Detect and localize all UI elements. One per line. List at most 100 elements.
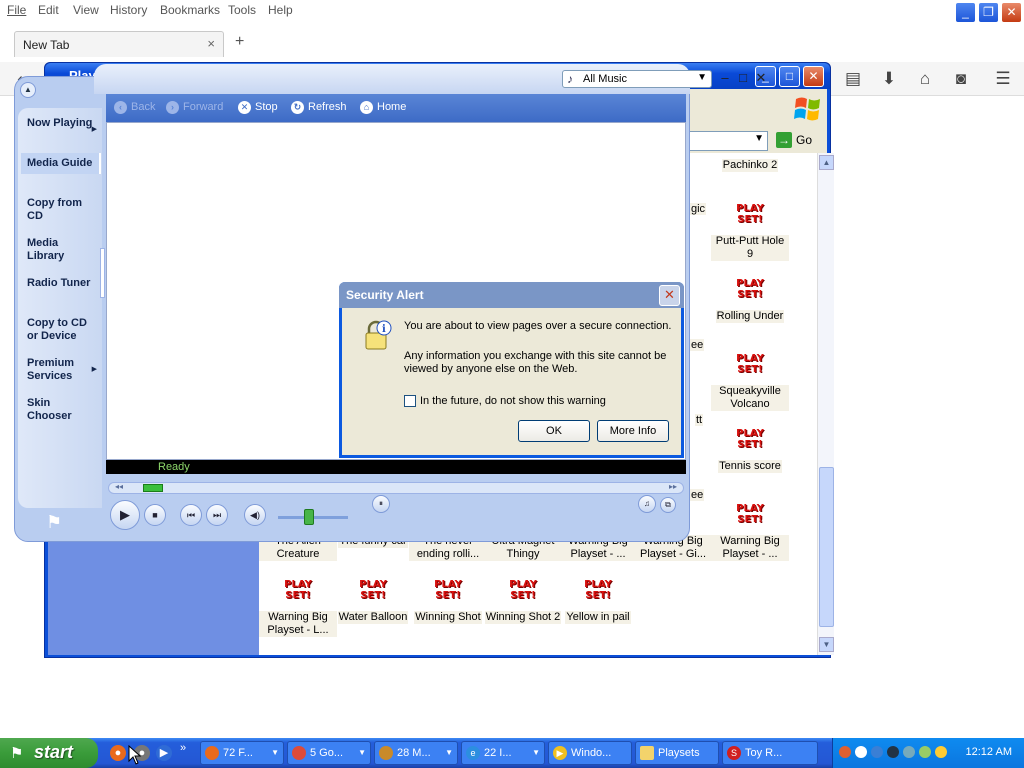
guide-forward-button[interactable]: › Forward	[166, 101, 223, 114]
task-windows-media[interactable]: ▶ Windo...	[548, 741, 632, 765]
dialog-titlebar[interactable]: Security Alert ✕	[339, 282, 684, 308]
search-icon[interactable]	[935, 746, 947, 758]
menu-bookmarks[interactable]: Bookmarks	[160, 3, 220, 17]
wmp-close-button[interactable]: ✕	[754, 70, 768, 86]
menu-help[interactable]: Help	[268, 3, 293, 17]
menu-tools[interactable]: Tools	[228, 3, 256, 17]
more-info-button[interactable]: More Info	[597, 420, 669, 442]
previous-button[interactable]: ⏮	[180, 504, 202, 526]
explorer-maximize-button[interactable]: □	[779, 66, 800, 87]
ff-minimize-button[interactable]: _	[955, 2, 976, 23]
address-input[interactable]: ▼	[688, 131, 768, 151]
tab-title: New Tab	[23, 38, 70, 52]
tray-icon[interactable]	[839, 746, 851, 758]
tray-icon[interactable]	[903, 746, 915, 758]
windows-flag-icon: ⚑	[46, 512, 63, 532]
stop-button[interactable]: ■	[144, 504, 166, 526]
music-note-icon: ♪	[567, 72, 573, 86]
nav-skin-chooser[interactable]: Skin Chooser	[21, 393, 101, 427]
go-button[interactable]: → Go	[776, 132, 812, 148]
download-icon[interactable]: ⬇	[879, 69, 899, 89]
library-select[interactable]: ♪ All Music ▼	[562, 70, 712, 88]
file-item[interactable]: PLAY SET! Warning Big Playset - ...	[711, 503, 789, 561]
seek-bar[interactable]: ◂◂ ▸▸	[108, 482, 684, 494]
playset-file-icon: PLAY SET!	[509, 579, 537, 601]
nav-media-guide[interactable]: Media Guide	[21, 153, 101, 174]
scroll-thumb[interactable]	[819, 467, 834, 627]
do-not-show-checkbox[interactable]: In the future, do not show this warning	[404, 395, 606, 408]
reading-list-icon[interactable]: ▤	[843, 69, 863, 89]
scroll-down-icon[interactable]: ▼	[819, 637, 834, 652]
home-icon[interactable]: ⌂	[915, 69, 935, 89]
wmp-minimize-button[interactable]: –	[718, 70, 732, 85]
volume-slider[interactable]	[278, 509, 348, 525]
tab-new-tab[interactable]: New Tab ×	[14, 31, 224, 57]
tray-icon[interactable]	[855, 746, 867, 758]
firefox-quicklaunch-icon[interactable]: ●	[110, 745, 126, 761]
nav-radio-tuner[interactable]: Radio Tuner	[21, 273, 101, 294]
file-item[interactable]: PLAY SET! Tennis score	[711, 428, 789, 473]
guide-home-button[interactable]: ⌂ Home	[360, 101, 406, 114]
tray-icon[interactable]	[871, 746, 883, 758]
nav-premium-services[interactable]: Premium Services ▶	[21, 353, 101, 387]
file-item[interactable]: PLAY SET! Squeakyville Volcano	[711, 353, 789, 411]
menu-history[interactable]: History	[110, 3, 147, 17]
file-item[interactable]: PLAY SET! Yellow in pail	[559, 579, 637, 624]
task-internet-explorer[interactable]: e 22 I... ▼	[461, 741, 545, 765]
task-group-m[interactable]: 28 M... ▼	[374, 741, 458, 765]
media-player-quicklaunch-icon[interactable]: ▶	[156, 745, 172, 761]
shuffle-button[interactable]: ⏸	[372, 495, 390, 513]
file-item[interactable]: PLAY SET! Rolling Under	[711, 278, 789, 323]
play-button[interactable]: ▶	[110, 500, 140, 530]
ff-close-button[interactable]: ✕	[1001, 2, 1022, 23]
nav-copy-from-cd[interactable]: Copy from CD	[21, 193, 101, 227]
guide-stop-button[interactable]: ✕ Stop	[238, 101, 278, 114]
tray-icon[interactable]	[887, 746, 899, 758]
task-playsets[interactable]: Playsets	[635, 741, 719, 765]
arrow-right-icon: ▶	[91, 126, 97, 133]
tray-icon[interactable]	[919, 746, 931, 758]
explorer-close-button[interactable]: ✕	[803, 66, 824, 87]
mute-button[interactable]: ◀)	[244, 504, 266, 526]
task-firefox[interactable]: 72 F... ▼	[200, 741, 284, 765]
checkbox-box[interactable]	[404, 395, 416, 408]
wmp-maximize-button[interactable]: □	[736, 70, 750, 85]
file-item[interactable]: PLAY SET! Winning Shot 2	[484, 579, 562, 624]
task-chrome[interactable]: 5 Go... ▼	[287, 741, 371, 765]
file-item[interactable]: PLAY SET! Water Balloon	[334, 579, 412, 624]
file-item[interactable]: Pachinko 2	[711, 159, 789, 172]
next-button[interactable]: ⏭	[206, 504, 228, 526]
playset-file-icon: PLAY SET!	[736, 278, 764, 300]
volume-thumb[interactable]	[304, 509, 314, 525]
task-toy-r[interactable]: S Toy R...	[722, 741, 818, 765]
equalizer-button[interactable]: ♫	[638, 495, 656, 513]
ok-button[interactable]: OK	[518, 420, 590, 442]
menu-edit[interactable]: Edit	[38, 3, 59, 17]
nav-media-library[interactable]: Media Library	[21, 233, 101, 267]
guide-back-button[interactable]: ‹ Back	[114, 101, 155, 114]
menu-file[interactable]: File	[7, 3, 26, 17]
compact-mode-button[interactable]: ⧉	[660, 497, 676, 513]
quicklaunch-more-icon[interactable]: »	[180, 742, 186, 754]
explorer-scrollbar[interactable]: ▲ ▼	[817, 153, 834, 655]
seek-thumb[interactable]	[143, 484, 163, 492]
chevron-down-icon[interactable]: ▼	[754, 133, 764, 144]
file-item[interactable]: PLAY SET! Warning Big Playset - L...	[259, 579, 337, 637]
nav-copy-to-cd[interactable]: Copy to CD or Device	[21, 313, 101, 347]
scroll-up-icon[interactable]: ▲	[819, 155, 834, 170]
tab-close-icon[interactable]: ×	[207, 36, 215, 51]
menu-hamburger-icon[interactable]: ☰	[993, 69, 1013, 89]
file-item[interactable]: PLAY SET! Winning Shot	[409, 579, 487, 624]
new-tab-button[interactable]: +	[235, 33, 244, 51]
media-player-topbar[interactable]: ♪ All Music ▼ – □ ✕	[94, 64, 766, 94]
ff-restore-button[interactable]: ❐	[978, 2, 999, 23]
wmp-menu-icon[interactable]: ▲	[20, 82, 36, 98]
start-button[interactable]: ⚑ start	[0, 738, 98, 768]
pocket-icon[interactable]: ◙	[951, 69, 971, 89]
guide-refresh-button[interactable]: ↻ Refresh	[291, 101, 347, 114]
menu-view[interactable]: View	[73, 3, 99, 17]
dialog-close-button[interactable]: ✕	[659, 285, 680, 306]
file-item[interactable]: PLAY SET! Putt-Putt Hole 9	[711, 203, 789, 261]
taskbar-collapse-handle[interactable]	[100, 248, 105, 298]
nav-now-playing[interactable]: Now Playing ▶	[21, 113, 101, 134]
